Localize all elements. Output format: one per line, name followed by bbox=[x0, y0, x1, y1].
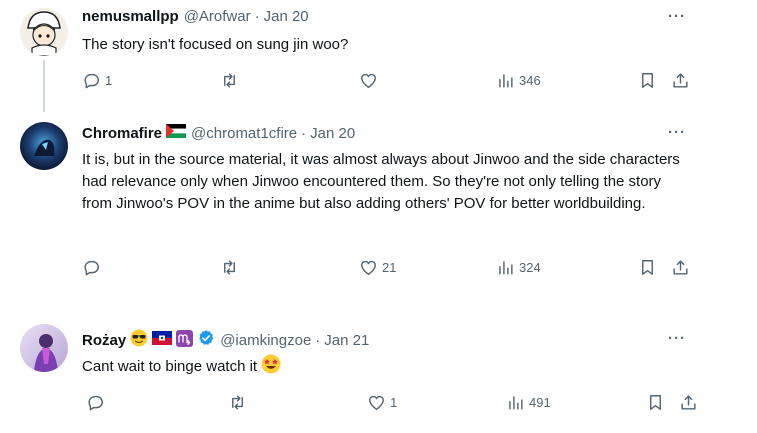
like-icon bbox=[369, 395, 384, 410]
tweet-header: Chromafire @chromat1cfire · Jan 20 bbox=[82, 124, 355, 144]
like-icon bbox=[361, 260, 376, 275]
avatar[interactable] bbox=[20, 8, 68, 56]
like-button[interactable]: 21 bbox=[359, 258, 396, 277]
reply-button[interactable] bbox=[82, 258, 105, 277]
user-handle[interactable]: @Arofwar bbox=[184, 7, 251, 27]
like-count: 21 bbox=[382, 260, 397, 275]
tweet-text: It is, but in the source material, it wa… bbox=[82, 151, 680, 212]
retweet-button[interactable] bbox=[220, 258, 243, 277]
like-icon bbox=[361, 73, 376, 88]
views-icon bbox=[499, 261, 513, 275]
bookmark-icon bbox=[642, 73, 653, 88]
tweet-date[interactable]: Jan 20 bbox=[264, 7, 309, 27]
avatar[interactable] bbox=[20, 122, 68, 170]
verified-badge-icon[interactable] bbox=[197, 329, 215, 353]
tweet-2[interactable]: Chromafire @chromat1cfire · Jan 20 ··· I… bbox=[0, 115, 720, 295]
tweet-text: The story isn't focused on sung jin woo? bbox=[82, 36, 349, 53]
star-struck-emoji-icon bbox=[261, 354, 281, 381]
bookmark-icon bbox=[642, 260, 653, 275]
more-options-icon[interactable]: ··· bbox=[668, 330, 686, 347]
reply-count: 1 bbox=[105, 73, 113, 88]
views-icon bbox=[499, 74, 513, 88]
views-button[interactable]: 491 bbox=[506, 393, 551, 412]
retweet-button[interactable] bbox=[228, 393, 251, 412]
reply-thread: nemusmallpp @Arofwar · Jan 20 ··· The st… bbox=[0, 0, 757, 433]
tweet-text: Cant wait to binge watch it bbox=[82, 358, 258, 375]
reply-icon bbox=[84, 260, 99, 276]
separator: · bbox=[315, 332, 321, 349]
action-bar: 21 324 bbox=[82, 258, 694, 280]
separator: · bbox=[301, 125, 307, 142]
tweet-3[interactable]: Rożay @iamkingzoe · Jan 21 ··· Cant wait… bbox=[0, 310, 720, 430]
separator: · bbox=[254, 8, 260, 25]
share-button[interactable] bbox=[671, 71, 690, 90]
tweet-date[interactable]: Jan 20 bbox=[310, 124, 355, 144]
reply-button[interactable] bbox=[86, 393, 109, 412]
display-name[interactable]: Chromafire bbox=[82, 124, 162, 144]
action-bar: 1 346 bbox=[82, 71, 694, 93]
share-button[interactable] bbox=[679, 393, 698, 412]
view-count: 491 bbox=[529, 395, 551, 410]
share-button[interactable] bbox=[671, 258, 690, 277]
reply-button[interactable]: 1 bbox=[82, 71, 112, 90]
more-options-icon[interactable]: ··· bbox=[668, 8, 686, 25]
tweet-text-container: Cant wait to binge watch it bbox=[82, 354, 682, 381]
user-handle[interactable]: @iamkingzoe bbox=[220, 331, 311, 351]
share-icon bbox=[673, 73, 688, 88]
tweet-1[interactable]: nemusmallpp @Arofwar · Jan 20 ··· The st… bbox=[0, 0, 720, 115]
display-name[interactable]: Rożay bbox=[82, 331, 126, 351]
views-button[interactable]: 346 bbox=[496, 71, 541, 90]
bookmark-icon bbox=[650, 395, 661, 410]
bookmark-button[interactable] bbox=[638, 71, 657, 90]
bookmark-button[interactable] bbox=[646, 393, 665, 412]
thread-connector bbox=[43, 60, 45, 112]
reply-icon bbox=[88, 395, 103, 411]
retweet-button[interactable] bbox=[220, 71, 243, 90]
more-options-icon[interactable]: ··· bbox=[668, 124, 686, 141]
bookmark-button[interactable] bbox=[638, 258, 657, 277]
views-button[interactable]: 324 bbox=[496, 258, 541, 277]
palestine-flag-icon bbox=[166, 124, 187, 144]
like-count: 1 bbox=[390, 395, 398, 410]
tweet-header: nemusmallpp @Arofwar · Jan 20 bbox=[82, 7, 309, 27]
share-icon bbox=[681, 395, 696, 410]
haiti-flag-icon bbox=[152, 331, 173, 351]
action-bar: 1 491 bbox=[82, 393, 696, 415]
like-button[interactable]: 1 bbox=[367, 393, 397, 412]
share-icon bbox=[673, 260, 688, 275]
view-count: 346 bbox=[519, 73, 541, 88]
views-icon bbox=[509, 396, 523, 410]
tweet-header: Rożay @iamkingzoe · Jan 21 bbox=[82, 329, 369, 353]
view-count: 324 bbox=[519, 260, 541, 275]
like-button[interactable] bbox=[359, 71, 382, 90]
avatar[interactable] bbox=[20, 324, 68, 372]
sunglasses-emoji-icon bbox=[130, 329, 148, 353]
tweet-date[interactable]: Jan 21 bbox=[324, 331, 369, 351]
user-handle[interactable]: @chromat1cfire bbox=[191, 124, 297, 144]
retweet-icon bbox=[232, 395, 243, 410]
reply-icon bbox=[84, 73, 99, 89]
display-name[interactable]: nemusmallpp bbox=[82, 7, 179, 27]
retweet-icon bbox=[224, 260, 235, 275]
scorpio-sign-icon bbox=[176, 329, 194, 353]
retweet-icon bbox=[224, 73, 235, 88]
